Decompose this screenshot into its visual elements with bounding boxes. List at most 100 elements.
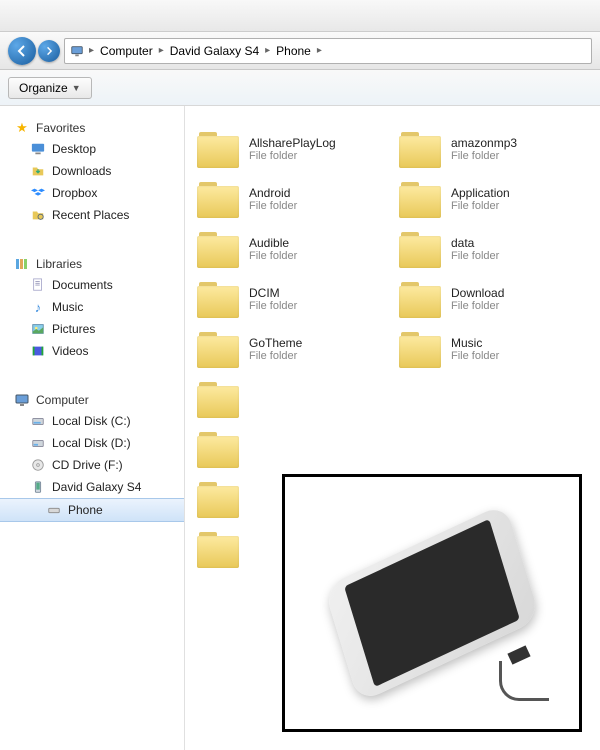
libraries-label: Libraries [36, 257, 82, 271]
folder-icon [197, 230, 239, 268]
sidebar-item-label: David Galaxy S4 [52, 480, 141, 494]
pictures-icon [30, 321, 46, 337]
toolbar: Organize ▼ [0, 70, 600, 106]
sidebar-item-label: Music [52, 300, 83, 314]
folder-name: Application [451, 186, 510, 200]
sidebar-item-desktop[interactable]: Desktop [0, 138, 184, 160]
folder-name: amazonmp3 [451, 136, 517, 150]
phone-illustration [282, 474, 582, 732]
folder-name: Audible [249, 236, 297, 250]
folder-item[interactable]: AllsharePlayLogFile folder [193, 126, 383, 172]
breadcrumb-segment[interactable]: Computer [98, 44, 155, 58]
folder-type: File folder [249, 200, 297, 212]
back-arrow-icon [15, 44, 29, 58]
folder-icon [197, 130, 239, 168]
computer-icon [69, 43, 85, 59]
folder-type: File folder [451, 150, 517, 162]
folder-icon [399, 330, 441, 368]
chevron-right-icon[interactable]: ▸ [261, 45, 274, 56]
forward-button[interactable] [38, 40, 60, 62]
folder-icon [197, 430, 239, 468]
folder-name: GoTheme [249, 336, 302, 350]
breadcrumb[interactable]: ▸ Computer ▸ David Galaxy S4 ▸ Phone ▸ [64, 38, 592, 64]
folder-item[interactable]: dataFile folder [395, 226, 585, 272]
back-button[interactable] [8, 37, 36, 65]
sidebar-item-label: Phone [68, 503, 103, 517]
documents-icon [30, 277, 46, 293]
sidebar-item-label: Recent Places [52, 208, 129, 222]
organize-button[interactable]: Organize ▼ [8, 77, 92, 99]
address-bar: ▸ Computer ▸ David Galaxy S4 ▸ Phone ▸ [0, 32, 600, 70]
chevron-right-icon[interactable]: ▸ [155, 45, 168, 56]
sidebar-item-label: Downloads [52, 164, 111, 178]
folder-item[interactable] [193, 526, 241, 572]
sidebar-item-disk-c[interactable]: Local Disk (C:) [0, 410, 184, 432]
folder-name: Download [451, 286, 504, 300]
device-icon [30, 479, 46, 495]
recent-icon [30, 207, 46, 223]
folder-type: File folder [249, 150, 336, 162]
folder-icon [399, 230, 441, 268]
breadcrumb-segment[interactable]: David Galaxy S4 [168, 44, 261, 58]
sidebar-item-label: Documents [52, 278, 113, 292]
favorites-header[interactable]: ★ Favorites [0, 118, 184, 138]
phone-storage-icon [46, 502, 62, 518]
favorites-group: ★ Favorites Desktop Downloads Dropbox Re… [0, 118, 184, 226]
libraries-header[interactable]: Libraries [0, 254, 184, 274]
folder-item[interactable]: GoThemeFile folder [193, 326, 383, 372]
sidebar-item-phone[interactable]: Phone [0, 498, 184, 522]
computer-label: Computer [36, 393, 89, 407]
folder-item[interactable]: ApplicationFile folder [395, 176, 585, 222]
folder-icon [197, 380, 239, 418]
sidebar-item-pictures[interactable]: Pictures [0, 318, 184, 340]
folder-name: AllsharePlayLog [249, 136, 336, 150]
folder-name: Android [249, 186, 297, 200]
folder-icon [197, 330, 239, 368]
sidebar-item-downloads[interactable]: Downloads [0, 160, 184, 182]
libraries-group: Libraries Documents ♪ Music Pictures Vid… [0, 254, 184, 362]
sidebar-item-label: CD Drive (F:) [52, 458, 123, 472]
favorites-label: Favorites [36, 121, 85, 135]
sidebar-item-device[interactable]: David Galaxy S4 [0, 476, 184, 498]
sidebar-item-label: Videos [52, 344, 88, 358]
folder-item[interactable] [193, 376, 241, 422]
cd-icon [30, 457, 46, 473]
sidebar-item-cd-drive[interactable]: CD Drive (F:) [0, 454, 184, 476]
chevron-right-icon[interactable]: ▸ [313, 45, 326, 56]
sidebar-item-recent[interactable]: Recent Places [0, 204, 184, 226]
folder-type: File folder [451, 300, 504, 312]
sidebar-item-label: Pictures [52, 322, 95, 336]
sidebar-item-label: Local Disk (D:) [52, 436, 131, 450]
folder-icon [399, 180, 441, 218]
chevron-right-icon[interactable]: ▸ [85, 45, 98, 56]
star-icon: ★ [14, 120, 30, 136]
folder-item[interactable]: DownloadFile folder [395, 276, 585, 322]
sidebar-item-dropbox[interactable]: Dropbox [0, 182, 184, 204]
breadcrumb-segment[interactable]: Phone [274, 44, 313, 58]
downloads-icon [30, 163, 46, 179]
videos-icon [30, 343, 46, 359]
sidebar-item-disk-d[interactable]: Local Disk (D:) [0, 432, 184, 454]
folder-item[interactable]: MusicFile folder [395, 326, 585, 372]
folder-item[interactable] [193, 426, 241, 472]
folder-item[interactable]: AndroidFile folder [193, 176, 383, 222]
folder-type: File folder [451, 250, 499, 262]
window-titlebar [0, 0, 600, 32]
folder-name: Music [451, 336, 499, 350]
folder-item[interactable]: AudibleFile folder [193, 226, 383, 272]
folder-icon [399, 280, 441, 318]
folder-item[interactable]: amazonmp3File folder [395, 126, 585, 172]
computer-header[interactable]: Computer [0, 390, 184, 410]
folder-icon [197, 480, 239, 518]
folder-type: File folder [451, 350, 499, 362]
usb-cable-icon [489, 639, 549, 699]
folder-item[interactable] [193, 476, 241, 522]
folder-type: File folder [249, 350, 302, 362]
sidebar-item-videos[interactable]: Videos [0, 340, 184, 362]
folder-icon [197, 280, 239, 318]
folder-item[interactable]: DCIMFile folder [193, 276, 383, 322]
folder-icon [197, 530, 239, 568]
sidebar-item-music[interactable]: ♪ Music [0, 296, 184, 318]
sidebar-item-documents[interactable]: Documents [0, 274, 184, 296]
folder-name: DCIM [249, 286, 297, 300]
